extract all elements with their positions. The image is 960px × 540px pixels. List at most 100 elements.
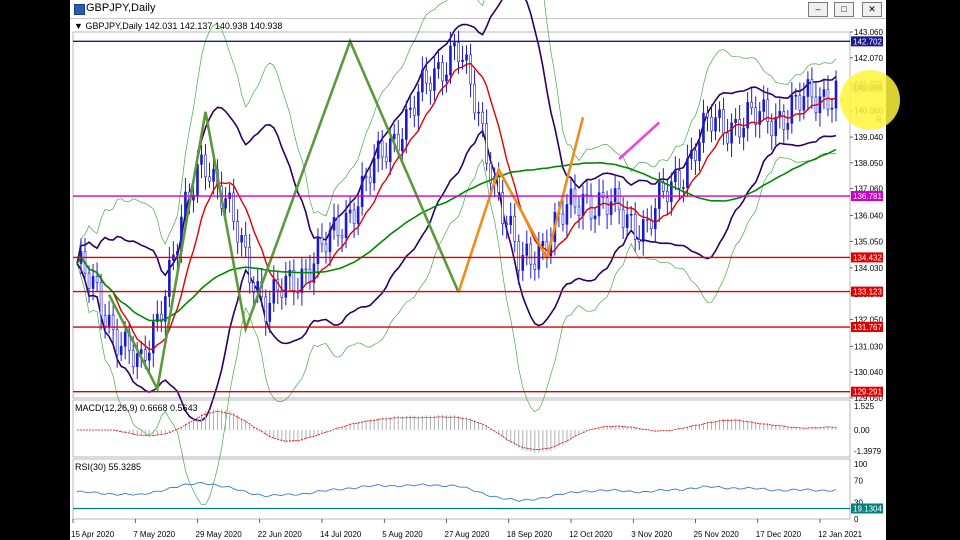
candle-body	[822, 89, 826, 97]
level-price-label: 136.781	[853, 192, 882, 201]
candle-body	[320, 236, 324, 245]
candle-body	[637, 239, 641, 243]
candle-body	[786, 123, 790, 130]
candle-body	[585, 194, 589, 196]
candle-body	[714, 117, 717, 132]
candle-body	[754, 107, 757, 125]
date-tick-label: 29 May 2020	[196, 530, 243, 539]
candle-body	[774, 116, 778, 137]
candle-body	[726, 132, 729, 144]
candle-body	[722, 109, 725, 134]
candle-body	[264, 296, 268, 322]
date-tick-label: 12 Oct 2020	[569, 530, 613, 539]
candle-body	[750, 102, 753, 108]
swing-line-orange	[457, 116, 585, 293]
candle-body	[541, 241, 545, 247]
price-tick-label: 136.040	[854, 211, 883, 220]
candle-body	[734, 119, 737, 124]
price-tick-label: 143.060	[854, 28, 883, 37]
candle-body	[139, 349, 143, 354]
candle-body	[782, 111, 786, 130]
candle-body	[284, 275, 288, 298]
candle-body	[826, 89, 830, 110]
candle-body	[806, 79, 810, 97]
macd-panel-header: MACD(12,26,9) 0.6668 0.5643	[75, 403, 198, 413]
candle-body	[710, 116, 713, 132]
candle-body	[645, 219, 649, 221]
price-tick-label: 131.030	[854, 342, 883, 351]
candle-body	[368, 176, 372, 184]
candle-body	[730, 122, 733, 144]
macd-tick-label: 0.00	[854, 426, 870, 435]
candle-body	[336, 217, 340, 237]
candle-body	[388, 138, 392, 163]
candle-body	[417, 91, 420, 116]
candle-body	[613, 188, 617, 203]
date-tick-label: 25 Nov 2020	[694, 530, 740, 539]
candle-body	[356, 206, 360, 224]
candle-body	[340, 235, 344, 238]
level-price-label: 134.432	[853, 253, 882, 262]
rsi-tick-label: 0	[854, 515, 859, 524]
candle-body	[164, 296, 167, 322]
candle-body	[372, 158, 376, 184]
candle-body	[135, 353, 139, 367]
candle-body	[457, 42, 460, 62]
candle-body	[770, 121, 774, 137]
candle-body	[742, 127, 745, 138]
price-tick-label: 138.050	[854, 159, 883, 168]
price-tick-label: 134.030	[854, 264, 883, 273]
candle-body	[147, 352, 151, 361]
candle-body	[718, 109, 721, 118]
candle-body	[565, 204, 569, 225]
candle-body	[501, 192, 504, 224]
candle-body	[99, 282, 103, 316]
candle-body	[316, 236, 320, 265]
rsi-plot-area: 1007030019.1304	[72, 458, 883, 524]
candle-body	[232, 192, 235, 222]
candle-body	[834, 80, 838, 109]
candle-body	[694, 150, 697, 161]
date-axis: 15 Apr 2020 7 May 2020 29 May 2020 22 Jun 2…	[71, 519, 863, 539]
candle-body	[682, 187, 685, 189]
rsi-plot-frame	[72, 458, 851, 520]
candle-body	[380, 140, 384, 158]
candle-body	[268, 302, 272, 322]
date-tick-label: 7 May 2020	[133, 530, 175, 539]
candle-body	[798, 94, 802, 111]
candle-body	[352, 209, 356, 224]
rsi-panel-header: RSI(30) 55.3285	[75, 462, 142, 472]
candle-body	[421, 69, 424, 93]
candle-body	[617, 188, 621, 211]
candle-body	[95, 276, 99, 283]
candle-body	[413, 107, 416, 116]
moving-average-fast	[76, 62, 837, 351]
candle-body	[212, 168, 215, 182]
candle-body	[449, 45, 452, 76]
candle-body	[653, 208, 657, 229]
candle-body	[481, 111, 484, 124]
candle-body	[308, 268, 312, 283]
candle-body	[115, 329, 119, 355]
candle-body	[376, 140, 380, 159]
candle-body	[738, 119, 741, 138]
level-price-label: 133.123	[853, 288, 882, 297]
candle-body	[91, 276, 95, 289]
candle-body	[505, 223, 508, 226]
date-tick-label: 22 Jun 2020	[258, 530, 303, 539]
date-tick-label: 14 Jul 2020	[320, 530, 362, 539]
candle-body	[577, 206, 581, 216]
candle-body	[581, 194, 585, 216]
candle-body	[477, 111, 480, 114]
candle-body	[641, 219, 645, 243]
level-price-label: 131.767	[853, 323, 882, 332]
candle-body	[517, 240, 521, 271]
price-tick-label: 139.040	[854, 133, 883, 142]
candle-body	[629, 213, 633, 216]
chart-canvas[interactable]: 143.060142.070141.080140.060139.040138.0…	[0, 0, 960, 540]
candle-body	[433, 68, 436, 91]
candle-body	[200, 154, 203, 165]
candle-body	[485, 123, 488, 164]
candle-body	[208, 176, 211, 182]
candle-body	[461, 59, 464, 62]
